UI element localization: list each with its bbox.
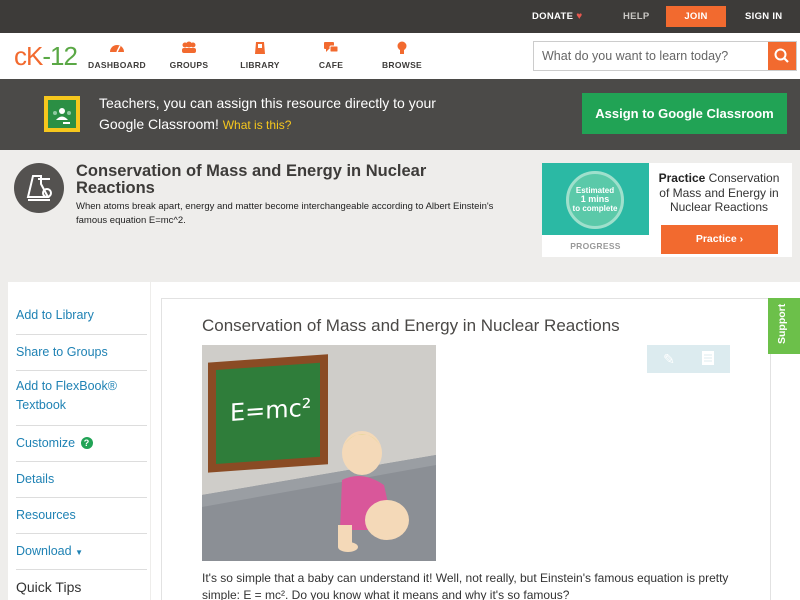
estimate-line-3: to complete bbox=[572, 204, 618, 213]
notes-icon[interactable] bbox=[699, 350, 717, 368]
library-icon bbox=[225, 41, 295, 55]
help-link[interactable]: HELP bbox=[623, 0, 650, 33]
nav-cafe-label: CAFE bbox=[318, 60, 344, 70]
search-box bbox=[533, 41, 797, 71]
nav-dashboard-label: DASHBOARD bbox=[88, 60, 146, 70]
donate-label[interactable]: DONATE bbox=[532, 11, 573, 22]
logo-ck: cK bbox=[14, 41, 43, 71]
help-question-icon[interactable]: ? bbox=[80, 437, 93, 449]
ck12-logo[interactable]: cK-12 bbox=[14, 41, 78, 72]
practice-heading-bold: Practice bbox=[658, 171, 706, 185]
quick-tips-heading: Quick Tips bbox=[16, 579, 82, 595]
logo-dash: - bbox=[42, 41, 51, 71]
practice-progress-image: Estimated 1 mins to complete bbox=[542, 163, 649, 235]
heart-icon: ♥ bbox=[576, 11, 583, 22]
top-bar: DONATE ♥ HELP JOIN SIGN IN bbox=[0, 0, 800, 33]
support-tab[interactable]: Support bbox=[768, 298, 800, 354]
chemistry-flask-icon bbox=[14, 163, 64, 213]
search-input[interactable] bbox=[534, 42, 768, 70]
chevron-right-icon: › bbox=[739, 233, 744, 245]
sidebar-item-resources[interactable]: Resources bbox=[16, 498, 147, 534]
google-classroom-icon bbox=[44, 96, 80, 132]
browse-lightbulb-icon bbox=[367, 41, 437, 55]
chalkboard-equation: E=mc² bbox=[230, 393, 311, 427]
practice-card: Estimated 1 mins to complete PROGRESS Pr… bbox=[542, 163, 792, 257]
sidebar-item-details[interactable]: Details bbox=[16, 462, 147, 498]
nav-library-label: LIBRARY bbox=[240, 60, 280, 70]
download-label: Download bbox=[16, 544, 72, 558]
progress-label: PROGRESS bbox=[570, 241, 621, 251]
google-classroom-text: Teachers, you can assign this resource d… bbox=[99, 93, 459, 136]
customize-label: Customize bbox=[16, 436, 76, 450]
pencil-icon[interactable]: ✎ bbox=[660, 350, 678, 368]
article-intro-text: It's so simple that a baby can understan… bbox=[202, 571, 729, 600]
search-icon bbox=[774, 48, 789, 63]
concept-description: When atoms break apart, energy and matte… bbox=[76, 201, 494, 226]
practice-heading: Practice Conservation of Mass and Energy… bbox=[654, 171, 784, 215]
dashboard-icon bbox=[82, 41, 152, 55]
action-sidebar: Add to Library Share to Groups Add to Fl… bbox=[8, 282, 150, 600]
practice-button-label: Practice bbox=[695, 233, 737, 245]
what-is-this-link[interactable]: What is this? bbox=[223, 118, 292, 132]
sidebar-item-add-library[interactable]: Add to Library bbox=[16, 298, 147, 335]
time-estimate-badge: Estimated 1 mins to complete bbox=[566, 171, 624, 229]
nav-browse-label: BROWSE bbox=[381, 60, 423, 70]
practice-button[interactable]: Practice › bbox=[661, 225, 778, 254]
cafe-chat-icon bbox=[296, 41, 366, 55]
article-title: Conservation of Mass and Energy in Nucle… bbox=[202, 316, 620, 335]
search-button[interactable] bbox=[768, 42, 796, 70]
nav-groups-label: GROUPS bbox=[169, 60, 209, 70]
sign-in-link[interactable]: SIGN IN bbox=[745, 0, 782, 33]
caret-down-icon: ▼ bbox=[75, 548, 83, 557]
sidebar-item-customize[interactable]: Customize ? bbox=[16, 426, 147, 462]
join-button[interactable]: JOIN bbox=[666, 6, 726, 27]
groups-icon bbox=[154, 41, 224, 55]
sidebar-item-share-groups[interactable]: Share to Groups bbox=[16, 335, 147, 371]
nav-browse[interactable]: BROWSE bbox=[367, 41, 437, 70]
baby-chalkboard-illustration: E=mc² bbox=[202, 345, 436, 561]
donate-link[interactable]: DONATE ♥ bbox=[532, 0, 582, 33]
assign-google-classroom-button[interactable]: Assign to Google Classroom bbox=[582, 93, 787, 134]
page-title: Conservation of Mass and Energy in Nucle… bbox=[76, 162, 427, 197]
support-label: Support bbox=[776, 303, 788, 344]
nav-dashboard[interactable]: DASHBOARD bbox=[82, 41, 152, 70]
article-tools: ✎ bbox=[647, 345, 730, 373]
main-nav: cK-12 DASHBOARD GROUPS LIBRARY CAFE BROW… bbox=[0, 33, 800, 79]
sidebar-item-download[interactable]: Download ▼ bbox=[16, 534, 147, 570]
nav-library[interactable]: LIBRARY bbox=[225, 41, 295, 70]
estimate-line-2: 1 mins bbox=[580, 194, 610, 204]
nav-groups[interactable]: GROUPS bbox=[154, 41, 224, 70]
nav-cafe[interactable]: CAFE bbox=[296, 41, 366, 70]
logo-num: 12 bbox=[50, 41, 78, 71]
sidebar-item-add-flexbook[interactable]: Add to FlexBook® Textbook bbox=[16, 371, 147, 426]
